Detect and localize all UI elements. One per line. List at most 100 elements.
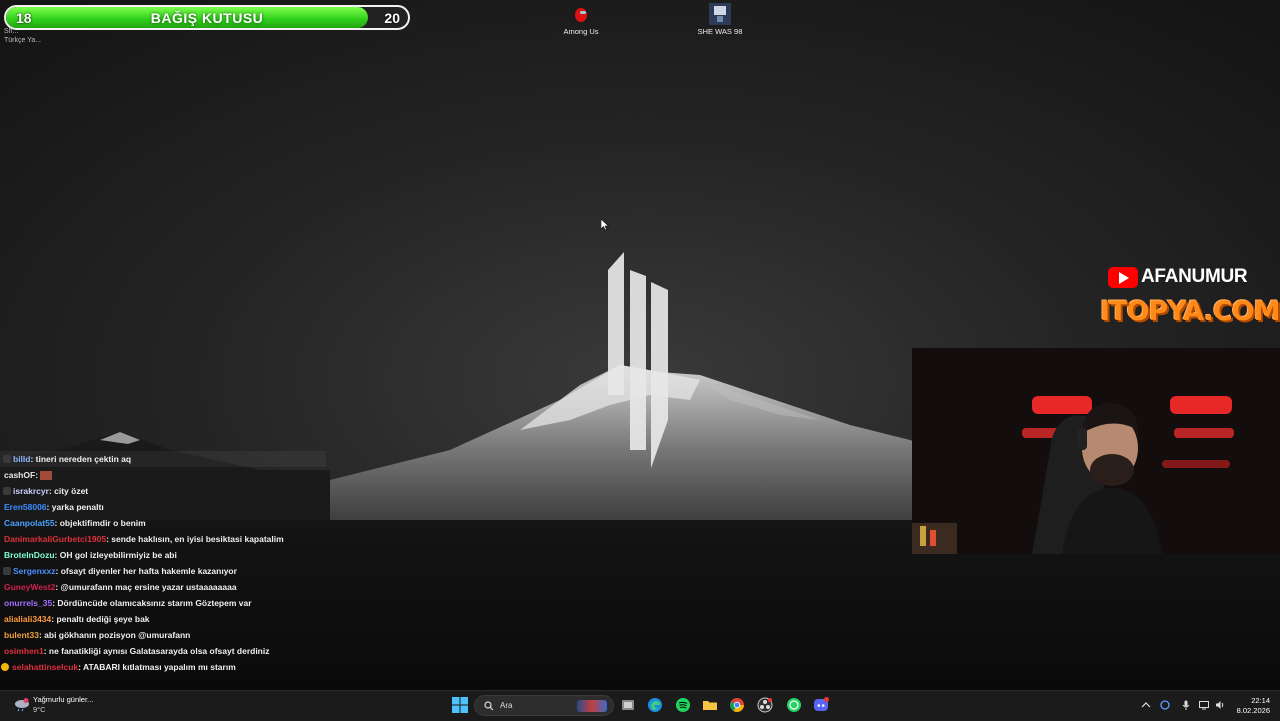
chat-message: Sergenxxz: ofsayt diyenler her hafta hak… xyxy=(0,563,330,579)
chat-text: : ofsayt diyenler her hafta hakemle kaza… xyxy=(55,566,237,576)
edge-button[interactable] xyxy=(647,697,663,713)
chat-text: : penaltı dediği şeye bak xyxy=(51,614,150,624)
chat-username: billd xyxy=(13,454,31,464)
folder-button[interactable] xyxy=(702,697,718,713)
rain-cloud-icon xyxy=(14,698,30,712)
mouse-cursor-icon xyxy=(601,219,609,231)
spotify-button[interactable] xyxy=(675,697,691,713)
whatsapp-icon xyxy=(787,698,801,712)
chat-text: : @umurafann maç ersine yazar ustaaaaaaa… xyxy=(55,582,237,592)
chat-message: bulent33: abi gökhanın pozisyon @umurafa… xyxy=(0,627,330,643)
chat-message: osimhen1: ne fanatikliği aynısı Galatasa… xyxy=(0,643,330,659)
webcam-feed xyxy=(912,348,1280,554)
chat-text: : yarka penaltı xyxy=(46,502,104,512)
youtube-channel-name: AFANUMUR xyxy=(1141,266,1248,287)
chat-message: selahattinselcuk: ATABARI kıtlatması yap… xyxy=(0,659,330,675)
chat-message: DanimarkaliGurbetci1905: sende haklısın,… xyxy=(0,531,330,547)
whatsapp-button[interactable] xyxy=(786,697,802,713)
chat-username: BroteInDozu xyxy=(4,550,55,560)
chat-username: Caanpolat55 xyxy=(4,518,55,528)
chat-text: : xyxy=(35,470,39,480)
desktop-icon-among-us[interactable]: Among Us xyxy=(541,2,621,36)
weather-temperature: 9°C xyxy=(33,705,46,714)
clock-date: 8.02.2026 xyxy=(1236,706,1270,715)
chat-username: israkrcyr xyxy=(13,486,49,496)
chat-message: Eren58006: yarka penaltı xyxy=(0,499,330,515)
spotify-icon xyxy=(676,698,690,712)
network-icon[interactable] xyxy=(1199,700,1209,710)
chat-message: onurrels_35: Dördüncüde olamıcaksınız st… xyxy=(0,595,330,611)
chat-text: : OH gol izleyebilirmiyiz be abi xyxy=(54,550,177,560)
microphone-icon[interactable] xyxy=(1181,700,1191,710)
chevron-up-icon[interactable] xyxy=(1141,700,1151,710)
obs-icon xyxy=(757,697,773,713)
moderator-badge-icon xyxy=(3,567,11,575)
donation-progress-bar: 18 BAĞIŞ KUTUSU 20 xyxy=(4,5,410,30)
desktop-icon-she-was-98[interactable]: SHE WAS 98 xyxy=(680,2,760,36)
chat-username: alialiali3434 xyxy=(4,614,52,624)
start-button[interactable] xyxy=(452,697,468,713)
task-view-icon xyxy=(622,700,634,710)
chat-text: : tineri nereden çektin aq xyxy=(30,454,132,464)
chat-message: alialiali3434: penaltı dediği şeye bak xyxy=(0,611,330,627)
taskbar: Yağmurlu günler... 9°C Ara 22:14 8.02.20… xyxy=(0,690,1280,721)
sync-icon[interactable] xyxy=(1160,700,1170,710)
chrome-button[interactable] xyxy=(729,697,745,713)
moderator-badge-icon xyxy=(3,455,11,463)
obs-button[interactable] xyxy=(757,697,773,713)
search-input[interactable] xyxy=(500,701,560,710)
chat-username: Sergenxxz xyxy=(13,566,56,576)
donation-max-value: 20 xyxy=(384,10,400,26)
youtube-channel-badge: AFANUMUR xyxy=(1108,266,1248,288)
chat-message: cashOF: xyxy=(0,467,330,483)
chat-username: GuneyWest2 xyxy=(4,582,56,592)
chat-text: : ne fanatikliği aynısı Galatasarayda ol… xyxy=(43,646,270,656)
chat-overlay: billd: tineri nereden çektin aq cashOF: i… xyxy=(0,451,330,675)
windows-icon xyxy=(452,697,468,713)
search-highlight-image xyxy=(577,700,607,712)
chat-username: osimhen1 xyxy=(4,646,44,656)
she-was-98-icon xyxy=(709,3,731,25)
discord-button[interactable] xyxy=(813,697,829,713)
clock-time: 22:14 xyxy=(1251,696,1270,705)
donation-subtitle: Sh... Türkçe Ya... xyxy=(4,27,41,45)
chat-text: : ATABARI kıtlatması yapalım mı starım xyxy=(78,662,236,672)
discord-icon xyxy=(814,697,829,711)
clock[interactable]: 22:14 8.02.2026 xyxy=(1232,696,1270,716)
weather-title: Yağmurlu günler... xyxy=(33,695,94,704)
chat-username: onurrels_35 xyxy=(4,598,53,608)
chat-message: israkrcyr: city özet xyxy=(0,483,330,499)
chat-message: GuneyWest2: @umurafann maç ersine yazar … xyxy=(0,579,330,595)
among-us-icon xyxy=(570,3,592,25)
chat-username: cashOF xyxy=(4,470,36,480)
sponsor-logo: ITOPYA.COM xyxy=(1100,296,1280,327)
edge-icon xyxy=(648,698,662,712)
chat-message: billd: tineri nereden çektin aq xyxy=(0,451,330,467)
chat-text: : Dördüncüde olamıcaksınız starım Göztep… xyxy=(52,598,252,608)
chat-username: selahattinselcuk xyxy=(12,662,79,672)
volume-icon[interactable] xyxy=(1215,700,1225,710)
donation-title: BAĞIŞ KUTUSU xyxy=(150,10,264,26)
taskbar-search[interactable] xyxy=(474,695,614,716)
chat-emote-icon xyxy=(40,470,53,480)
desktop-icon-label: Among Us xyxy=(563,27,599,36)
chat-text: : objektifimdir o benim xyxy=(54,518,146,528)
folder-icon xyxy=(703,701,717,710)
moderator-badge-icon xyxy=(3,487,11,495)
chat-username: Eren58006 xyxy=(4,502,47,512)
chat-text: : city özet xyxy=(48,486,89,496)
chat-text: : sende haklısın, en iyisi besiktasi kap… xyxy=(106,534,284,544)
search-icon xyxy=(484,701,494,711)
youtube-icon xyxy=(1108,266,1138,288)
donation-subtitle-line1: Sh... xyxy=(4,28,19,35)
subscriber-badge-icon xyxy=(1,663,9,671)
chat-message: Caanpolat55: objektifimdir o benim xyxy=(0,515,330,531)
chat-message: BroteInDozu: OH gol izleyebilirmiyiz be … xyxy=(0,547,330,563)
chrome-icon xyxy=(729,698,744,712)
weather-widget[interactable]: Yağmurlu günler... 9°C xyxy=(14,695,93,715)
donation-subtitle-line2: Türkçe Ya... xyxy=(4,37,42,44)
chat-username: bulent33 xyxy=(4,630,39,640)
chat-text: : abi gökhanın pozisyon @umurafann xyxy=(38,630,191,640)
desktop-icon-label: SHE WAS 98 xyxy=(697,27,743,36)
file-explorer-button[interactable] xyxy=(620,697,636,713)
